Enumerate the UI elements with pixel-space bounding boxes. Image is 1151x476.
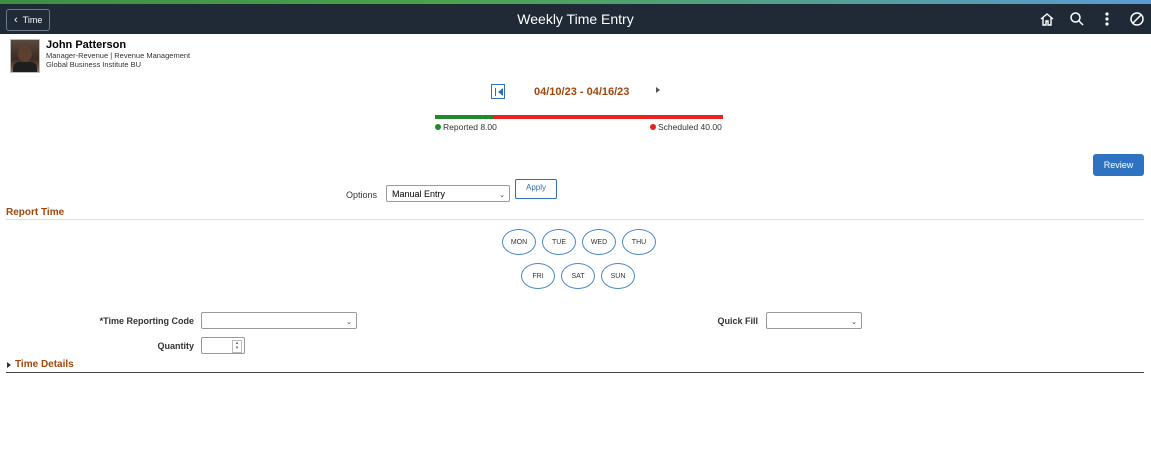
stepper-arrows-icon[interactable]: ▴ ▾ <box>232 340 242 353</box>
previous-period-button[interactable] <box>491 84 505 99</box>
quick-fill-label: Quick Fill <box>717 316 758 326</box>
quantity-label: Quantity <box>157 341 194 351</box>
date-range: 04/10/23 - 04/16/23 <box>534 86 630 98</box>
app-banner: ‹ Time Weekly Time Entry <box>0 4 1151 34</box>
more-menu-icon[interactable] <box>1097 10 1117 28</box>
employee-org: Global Business Institute BU <box>46 60 142 69</box>
scheduled-legend: Scheduled 40.00 <box>650 122 722 132</box>
section-divider <box>6 219 1144 220</box>
review-button[interactable]: Review <box>1093 154 1144 176</box>
time-details-title: Time Details <box>15 359 74 370</box>
apply-button[interactable]: Apply <box>515 179 557 199</box>
next-period-button[interactable] <box>656 87 660 93</box>
day-button-sat[interactable]: SAT <box>561 263 595 289</box>
day-button-thu[interactable]: THU <box>622 229 656 255</box>
day-button-wed[interactable]: WED <box>582 229 616 255</box>
employee-name: John Patterson <box>46 39 127 51</box>
reported-progress-bar <box>435 115 723 119</box>
time-details-divider <box>6 372 1144 373</box>
chevron-down-icon: ⌄ <box>851 319 857 326</box>
quick-fill-select[interactable]: ⌄ <box>766 312 862 329</box>
day-button-tue[interactable]: TUE <box>542 229 576 255</box>
home-icon[interactable] <box>1037 10 1057 28</box>
quantity-stepper[interactable]: ▴ ▾ <box>201 337 245 354</box>
period-navigator: 04/10/23 - 04/16/23 <box>0 84 1151 100</box>
banner-actions <box>1037 10 1147 28</box>
reported-progress-fill <box>435 115 493 119</box>
employee-info: John Patterson Manager-Revenue | Revenue… <box>10 39 190 73</box>
chevron-down-icon: ⌄ <box>346 319 352 326</box>
avatar <box>10 39 40 73</box>
time-details-toggle[interactable]: Time Details <box>7 359 74 370</box>
options-selected-value: Manual Entry <box>392 188 446 199</box>
navbar-icon[interactable] <box>1127 10 1147 28</box>
reported-dot-icon <box>435 124 441 130</box>
scheduled-label: Scheduled 40.00 <box>658 122 722 132</box>
day-button-fri[interactable]: FRI <box>521 263 555 289</box>
search-icon[interactable] <box>1067 10 1087 28</box>
expand-triangle-icon <box>7 361 11 368</box>
trc-label: *Time Reporting Code <box>99 316 194 326</box>
options-select[interactable]: Manual Entry ⌄ <box>386 185 510 202</box>
reported-legend: Reported 8.00 <box>435 122 497 132</box>
chevron-down-icon: ⌄ <box>499 192 505 199</box>
trc-select[interactable]: ⌄ <box>201 312 357 329</box>
day-button-sun[interactable]: SUN <box>601 263 635 289</box>
scheduled-dot-icon <box>650 124 656 130</box>
reported-label: Reported 8.00 <box>443 122 497 132</box>
employee-title: Manager-Revenue | Revenue Management <box>46 51 191 60</box>
report-time-title: Report Time <box>6 207 65 218</box>
day-button-mon[interactable]: MON <box>502 229 536 255</box>
arrow-left-icon <box>497 87 503 96</box>
page-title: Weekly Time Entry <box>517 11 634 27</box>
options-label: Options <box>346 190 378 200</box>
